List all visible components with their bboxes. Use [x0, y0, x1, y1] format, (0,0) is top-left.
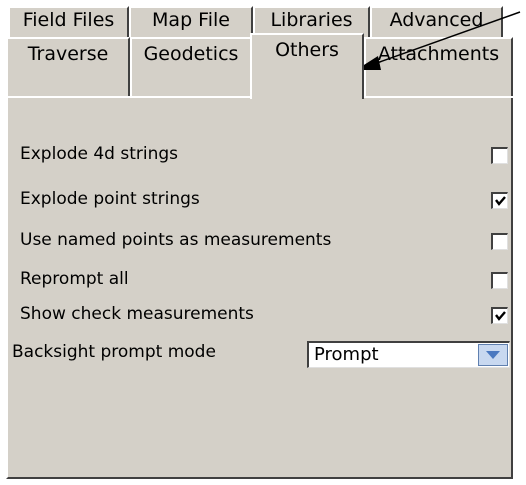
panel-top-edge-right [364, 96, 513, 98]
tab-label: Others [275, 39, 339, 61]
tab-others[interactable]: Others [250, 33, 364, 99]
panel-top-edge-left [6, 96, 250, 98]
